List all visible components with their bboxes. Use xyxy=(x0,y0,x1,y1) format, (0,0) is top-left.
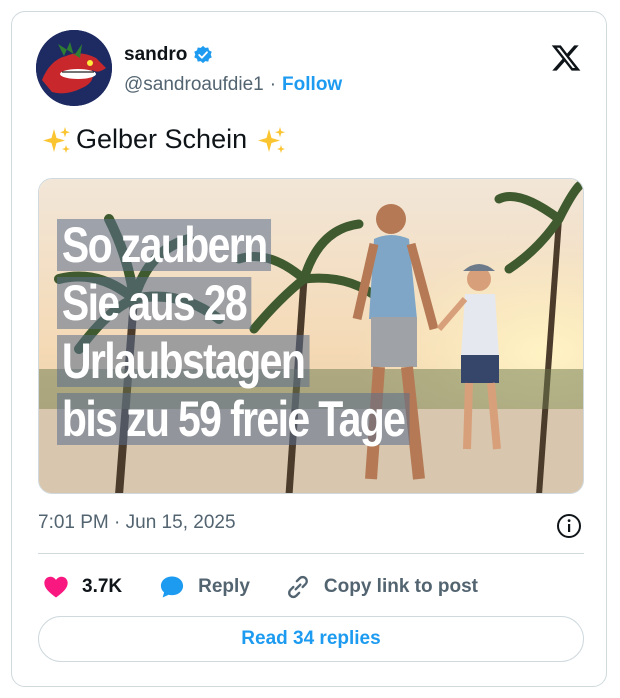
like-button[interactable]: 3.7K xyxy=(42,573,122,601)
info-icon[interactable] xyxy=(556,513,582,539)
link-icon xyxy=(287,575,308,599)
reply-label: Reply xyxy=(198,576,250,597)
author-name-text[interactable]: sandro xyxy=(124,44,187,66)
avatar[interactable] xyxy=(36,30,112,106)
headline-line-2: Sie aus 28 xyxy=(57,277,252,329)
copy-link-button[interactable]: Copy link to post xyxy=(284,573,478,601)
handle-row: @sandroaufdie1 · Follow xyxy=(124,74,342,96)
tweet-text-content: Gelber Schein xyxy=(76,124,248,154)
follow-button[interactable]: Follow xyxy=(282,74,342,96)
action-bar: 3.7K Reply Copy link to post xyxy=(38,570,478,604)
heart-icon xyxy=(44,576,68,598)
media-headline: So zaubern Sie aus 28 Urlaubstagen bis z… xyxy=(57,219,487,445)
tweet-card: sandro @sandroaufdie1 · Follow Gelber Sc… xyxy=(11,11,607,687)
author-name[interactable]: sandro xyxy=(124,44,213,66)
sparkles-icon xyxy=(258,126,286,153)
headline-line-3: Urlaubstagen xyxy=(57,335,310,387)
separator-dot: · xyxy=(269,74,277,95)
divider xyxy=(38,553,584,554)
reply-button[interactable]: Reply xyxy=(158,573,250,601)
like-count: 3.7K xyxy=(82,576,123,597)
sparkles-icon xyxy=(43,126,70,153)
reply-bubble-icon xyxy=(161,576,184,598)
headline-line-1: So zaubern xyxy=(57,219,272,271)
headline-line-4: bis zu 59 freie Tage xyxy=(57,393,410,445)
read-replies-button[interactable]: Read 34 replies xyxy=(38,616,584,662)
tweet-media-image[interactable]: So zaubern Sie aus 28 Urlaubstagen bis z… xyxy=(38,178,584,494)
verified-badge-icon xyxy=(194,45,213,64)
x-logo-icon[interactable] xyxy=(549,42,583,74)
read-replies-label: Read 34 replies xyxy=(241,628,381,649)
timestamp[interactable]: 7:01 PM · Jun 15, 2025 xyxy=(38,512,236,534)
author-handle[interactable]: @sandroaufdie1 xyxy=(124,74,264,96)
copy-link-label: Copy link to post xyxy=(323,576,478,597)
tweet-text: Gelber Schein xyxy=(42,124,287,155)
